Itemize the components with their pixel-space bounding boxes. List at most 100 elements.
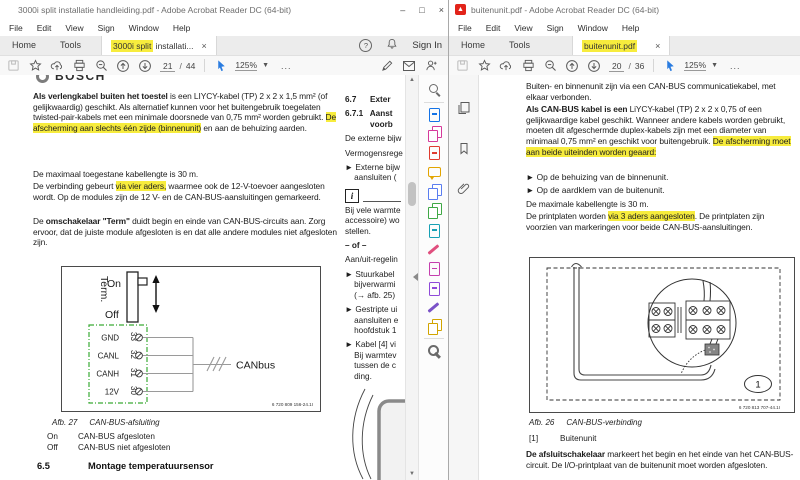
tab-home[interactable]: Home <box>0 36 48 55</box>
star-icon[interactable] <box>24 57 46 74</box>
page-number-field[interactable]: 20/36 <box>609 60 644 72</box>
zoom-level[interactable]: 125% <box>684 60 707 71</box>
title-bar[interactable]: ▲ buitenunit.pdf - Adobe Acrobat Reader … <box>449 0 800 20</box>
zoom-caret-icon[interactable]: ▼ <box>711 62 718 69</box>
tab-close-icon[interactable]: × <box>655 41 660 51</box>
fill-sign-toolbar-icon[interactable] <box>376 57 398 74</box>
tab-tools[interactable]: Tools <box>48 36 93 55</box>
print-icon[interactable] <box>517 57 539 74</box>
figure-can-bus-afsluiting: Term. On Off GND CANL CANH 12V 33 32 31 … <box>61 266 321 412</box>
save-icon[interactable] <box>2 57 24 74</box>
menu-file[interactable]: File <box>2 23 30 33</box>
page-thumbnails-icon[interactable] <box>449 93 478 123</box>
previous-page-icon[interactable] <box>112 57 134 74</box>
previous-page-icon[interactable] <box>561 57 583 74</box>
maximize-button[interactable]: □ <box>419 5 424 15</box>
search-tools-icon[interactable] <box>427 82 442 97</box>
menu-window[interactable]: Window <box>571 23 615 33</box>
window-title: buitenunit.pdf - Adobe Acrobat Reader DC… <box>471 5 660 15</box>
minimize-button[interactable]: – <box>400 5 405 15</box>
window-title: 3000i split installatie handleiding.pdf … <box>18 5 292 15</box>
fill-sign-icon[interactable] <box>427 300 442 315</box>
toolbar-more-button[interactable]: ... <box>281 61 292 71</box>
terminal-label: 12V <box>105 388 120 397</box>
menu-view[interactable]: View <box>507 23 539 33</box>
edit-pdf-icon[interactable] <box>427 261 442 277</box>
acrobat-window-right: ▲ buitenunit.pdf - Adobe Acrobat Reader … <box>449 0 800 480</box>
create-pdf-icon[interactable] <box>427 145 442 161</box>
bosch-logo: BOSCH <box>36 75 166 88</box>
email-icon[interactable] <box>398 57 420 74</box>
combine-files-icon[interactable] <box>427 184 442 200</box>
clipped-text-line: tussen de c <box>345 361 396 371</box>
paragraph-omschakelaar: De omschakelaar "Term" duidt begin en ei… <box>33 216 337 248</box>
clipped-text-line: hoofdstuk 1 <box>345 325 397 335</box>
save-icon[interactable] <box>451 57 473 74</box>
scrollbar-thumb[interactable] <box>408 182 416 206</box>
print-icon[interactable] <box>68 57 90 74</box>
bookmarks-icon[interactable] <box>449 133 478 163</box>
toolbar-more-button[interactable]: ... <box>730 61 741 71</box>
zoom-caret-icon[interactable]: ▼ <box>262 62 269 69</box>
stamp-icon[interactable] <box>427 319 442 335</box>
menu-edit[interactable]: Edit <box>30 23 59 33</box>
menu-window[interactable]: Window <box>122 23 166 33</box>
figure-caption: Afb. 26 CAN-BUS-verbinding <box>529 418 642 427</box>
export-pdf-icon[interactable] <box>427 107 442 122</box>
attachments-icon[interactable] <box>449 173 478 203</box>
title-bar[interactable]: 3000i split installatie handleiding.pdf … <box>0 0 448 20</box>
scrollbar-down-arrow[interactable]: ▼ <box>406 469 418 480</box>
clipped-text-line: Bij vele warmte <box>345 205 401 215</box>
paragraph-verlengkabel: Als verlengkabel buiten het toestel is e… <box>33 91 337 134</box>
next-page-icon[interactable] <box>583 57 605 74</box>
menu-sign[interactable]: Sign <box>91 23 122 33</box>
bosch-anchor-icon <box>36 75 49 83</box>
zoom-level[interactable]: 125% <box>235 60 258 71</box>
sign-in-person-icon[interactable] <box>420 57 442 74</box>
protect-pdf-icon[interactable] <box>427 281 442 296</box>
zoom-out-icon[interactable] <box>90 57 112 74</box>
menu-help[interactable]: Help <box>615 23 646 33</box>
tab-close-icon[interactable]: × <box>201 41 206 51</box>
zoom-out-icon[interactable] <box>539 57 561 74</box>
collapse-tools-panel-icon[interactable] <box>409 273 418 281</box>
tab-home[interactable]: Home <box>449 36 497 55</box>
menu-edit[interactable]: Edit <box>479 23 508 33</box>
highlight-icon[interactable] <box>427 242 442 257</box>
help-icon[interactable]: ? <box>359 39 373 52</box>
figure-label-on: On <box>107 278 121 290</box>
comment-icon[interactable] <box>427 165 442 180</box>
clipped-text-line: voorb <box>345 119 393 129</box>
clipped-figure-fragment <box>352 388 405 480</box>
pdf-page-left: BOSCH Als verlengkabel buiten het toeste… <box>0 75 448 480</box>
clipped-text-line: aansluiten ( <box>345 173 397 183</box>
menu-view[interactable]: View <box>58 23 90 33</box>
cloud-upload-icon[interactable] <box>46 57 68 74</box>
close-button[interactable]: × <box>439 5 444 15</box>
clipped-text-line: 6.7.1 Aanst <box>345 109 393 119</box>
select-tool-icon[interactable] <box>210 57 232 74</box>
bell-icon[interactable] <box>386 37 398 55</box>
tab-tools[interactable]: Tools <box>497 36 542 55</box>
clipped-text-line: 6.7 Exter <box>345 95 391 104</box>
next-page-icon[interactable] <box>134 57 156 74</box>
document-tab[interactable]: 3000i split installati... × <box>101 36 217 55</box>
document-tab[interactable]: buitenunit.pdf × <box>572 36 671 55</box>
menu-sign[interactable]: Sign <box>540 23 571 33</box>
menu-bar: File Edit View Sign Window Help <box>0 20 448 36</box>
menu-help[interactable]: Help <box>166 23 197 33</box>
menu-file[interactable]: File <box>451 23 479 33</box>
more-tools-icon[interactable] <box>427 344 442 359</box>
term-switch-knob <box>137 277 148 286</box>
scrollbar-up-arrow[interactable]: ▲ <box>406 75 418 86</box>
star-icon[interactable] <box>473 57 495 74</box>
cloud-upload-icon[interactable] <box>495 57 517 74</box>
scan-ocr-icon[interactable] <box>427 203 442 219</box>
clipped-text-line: ► Kabel [4] vi <box>345 340 396 350</box>
sign-in-button[interactable]: Sign In <box>412 40 442 51</box>
page-number-field[interactable]: 21/44 <box>160 60 195 72</box>
clipped-text-line: ► Gestripte ui <box>345 305 398 315</box>
organize-pages-icon[interactable] <box>427 126 442 142</box>
select-tool-icon[interactable] <box>659 57 681 74</box>
convert-pdf-icon[interactable] <box>427 223 442 238</box>
